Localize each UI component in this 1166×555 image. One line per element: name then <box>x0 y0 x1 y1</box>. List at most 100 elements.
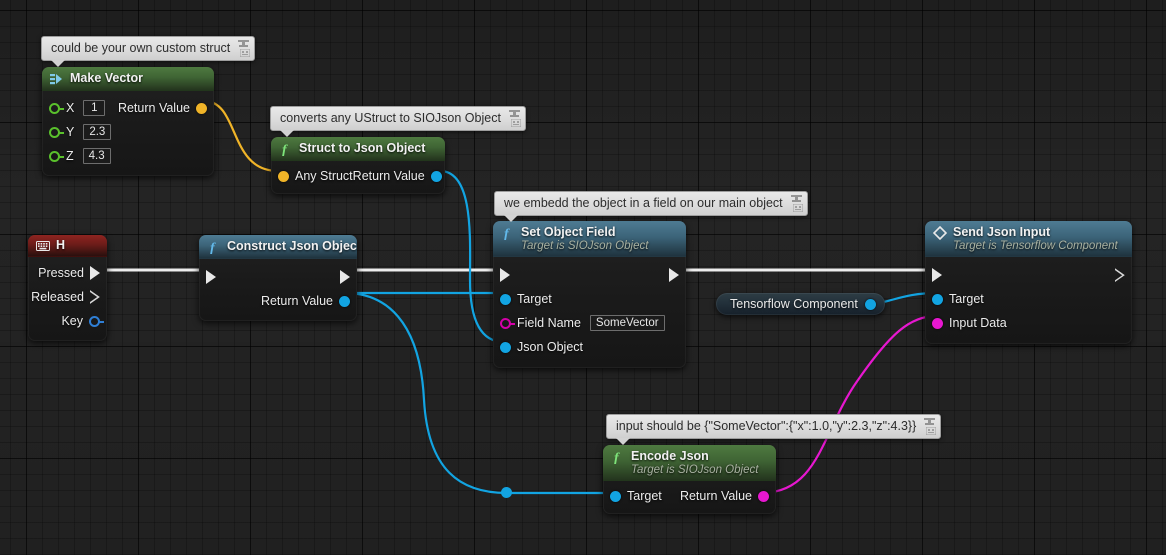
object-pin-cyan-icon[interactable] <box>500 341 511 353</box>
pin-row-x[interactable]: X 1 Return Value <box>42 96 214 120</box>
comment-tail <box>51 60 65 67</box>
exec-pin-out-icon[interactable] <box>340 270 350 284</box>
pin-row-return-value[interactable]: Return Value <box>199 289 357 313</box>
pin-row-target[interactable]: Target <box>493 287 686 311</box>
vector-pin-green-icon[interactable] <box>49 126 64 138</box>
pin-icon[interactable] <box>238 40 250 49</box>
pin-label-released: Released <box>31 290 84 304</box>
struct-pin-yellow-icon[interactable] <box>278 170 289 182</box>
exec-pin-hollow-icon[interactable] <box>90 290 100 304</box>
node-input-event-h[interactable]: H Pressed Released Key <box>28 235 107 341</box>
node-make-vector[interactable]: Make Vector X 1 Return Value Y 2.3 Z 4.3 <box>42 67 214 176</box>
pin-label-any-struct: Any Struct <box>295 169 353 183</box>
pin-label-field-name: Field Name <box>517 316 581 331</box>
exec-pin-in-icon[interactable] <box>206 270 216 284</box>
string-pin-magenta-icon[interactable] <box>758 490 769 502</box>
pin-row-released[interactable]: Released <box>28 285 107 309</box>
pin-row-target[interactable]: Target <box>925 287 1132 311</box>
node-header[interactable]: f Construct Json Object <box>199 235 357 259</box>
pin-row-exec[interactable] <box>925 263 1132 287</box>
vector-pin-green-icon[interactable] <box>49 102 64 114</box>
object-pin-cyan-icon[interactable] <box>932 293 943 305</box>
comment-bubble-embed-object[interactable]: we embedd the object in a field on our m… <box>494 191 808 222</box>
node-tensorflow-component-variable[interactable]: Tensorflow Component <box>716 293 885 315</box>
node-body: Pressed Released Key <box>28 257 107 341</box>
resize-grip-icon[interactable] <box>240 49 251 57</box>
node-header[interactable]: Send Json Input Target is Tensorflow Com… <box>925 221 1132 258</box>
node-body: Target Return Value <box>603 481 776 514</box>
exec-pin-in-icon[interactable] <box>932 268 942 283</box>
reroute-knot-node[interactable] <box>501 487 512 498</box>
pin-label-x: X <box>66 101 75 115</box>
pin-label-return-value: Return Value <box>117 101 190 115</box>
node-header[interactable]: f Set Object Field Target is SIOJson Obj… <box>493 221 686 258</box>
pin-row-key[interactable]: Key <box>28 309 107 333</box>
value-input-y[interactable]: 2.3 <box>83 124 112 140</box>
value-input-field-name[interactable]: SomeVector <box>589 315 665 332</box>
node-title: Set Object Field <box>521 225 616 239</box>
pin-row-y[interactable]: Y 2.3 <box>42 120 214 144</box>
function-f-icon: f <box>504 227 510 240</box>
pin-row-input-data[interactable]: Input Data <box>925 311 1132 335</box>
key-struct-pin-icon[interactable] <box>89 315 104 327</box>
node-header[interactable]: Make Vector <box>42 67 214 91</box>
node-construct-json-object[interactable]: f Construct Json Object Return Value <box>199 235 357 321</box>
exec-pin-out-icon[interactable] <box>669 268 679 283</box>
object-pin-cyan-icon[interactable] <box>430 170 442 182</box>
exec-pin-icon[interactable] <box>90 266 100 280</box>
node-send-json-input[interactable]: Send Json Input Target is Tensorflow Com… <box>925 221 1132 345</box>
function-f-icon: f <box>210 241 216 254</box>
pin-label-pressed: Pressed <box>38 266 84 280</box>
node-header[interactable]: f Struct to Json Object <box>271 137 445 161</box>
resize-grip-icon[interactable] <box>792 204 803 212</box>
node-set-object-field[interactable]: f Set Object Field Target is SIOJson Obj… <box>493 221 686 369</box>
node-body: Return Value <box>199 259 357 321</box>
string-pin-magenta-icon[interactable] <box>932 317 943 329</box>
pin-label-input-data: Input Data <box>949 316 1007 331</box>
vector-pin-green-icon[interactable] <box>49 150 64 162</box>
struct-pin-yellow-icon[interactable] <box>196 102 207 114</box>
node-encode-json[interactable]: f Encode Json Target is SIOJson Object T… <box>603 445 776 515</box>
comment-bubble-input-should-be[interactable]: input should be {"SomeVector":{"x":1.0,"… <box>606 414 942 445</box>
value-input-z[interactable]: 4.3 <box>82 148 111 164</box>
pin-icon[interactable] <box>790 195 802 204</box>
comment-bubble-custom-struct[interactable]: could be your own custom struct <box>41 36 256 67</box>
object-pin-cyan-icon[interactable] <box>500 293 511 305</box>
pin-row-field-name[interactable]: Field Name SomeVector <box>493 311 686 335</box>
node-struct-to-json-object[interactable]: f Struct to Json Object Any Struct Retur… <box>271 137 445 194</box>
object-pin-cyan-icon[interactable] <box>339 295 350 307</box>
node-title: Make Vector <box>70 71 143 85</box>
exec-pin-in-icon[interactable] <box>500 268 510 283</box>
object-pin-cyan-icon[interactable] <box>864 298 876 310</box>
pin-row-pressed[interactable]: Pressed <box>28 261 107 285</box>
comment-text: could be your own custom struct <box>51 41 231 55</box>
pin-label-z: Z <box>66 149 74 163</box>
pin-row-any-struct[interactable]: Any Struct Return Value <box>271 164 445 188</box>
pin-icon[interactable] <box>508 110 520 119</box>
comment-text: input should be {"SomeVector":{"x":1.0,"… <box>616 419 917 433</box>
wire-encodejson-to-inputdata <box>760 314 937 495</box>
comment-text: converts any UStruct to SIOJson Object <box>280 111 501 125</box>
blueprint-graph-canvas[interactable]: could be your own custom struct converts… <box>0 0 1166 555</box>
comment-bubble-converts-ustruct[interactable]: converts any UStruct to SIOJson Object <box>270 106 526 137</box>
pin-row-json-object[interactable]: Json Object <box>493 335 686 359</box>
node-header[interactable]: f Encode Json Target is SIOJson Object <box>603 445 776 482</box>
pin-label-target: Target <box>517 292 552 307</box>
diamond-event-icon <box>933 226 947 240</box>
pin-row-exec[interactable] <box>493 263 686 287</box>
name-pin-magenta-icon[interactable] <box>500 317 515 329</box>
comment-tail <box>280 130 294 137</box>
pin-row-target[interactable]: Target Return Value <box>603 484 776 508</box>
value-input-x[interactable]: 1 <box>83 100 106 116</box>
comment-tail <box>504 215 518 222</box>
exec-pin-out-hollow-icon[interactable] <box>1115 268 1125 282</box>
object-pin-cyan-icon[interactable] <box>610 490 621 502</box>
resize-grip-icon[interactable] <box>510 119 521 127</box>
wire-constructjson-to-reroute <box>344 291 508 495</box>
pin-row-exec[interactable] <box>199 265 357 289</box>
pin-icon[interactable] <box>924 418 936 427</box>
node-header[interactable]: H <box>28 235 107 257</box>
pin-label-y: Y <box>66 125 75 139</box>
resize-grip-icon[interactable] <box>926 427 937 435</box>
pin-row-z[interactable]: Z 4.3 <box>42 144 214 168</box>
